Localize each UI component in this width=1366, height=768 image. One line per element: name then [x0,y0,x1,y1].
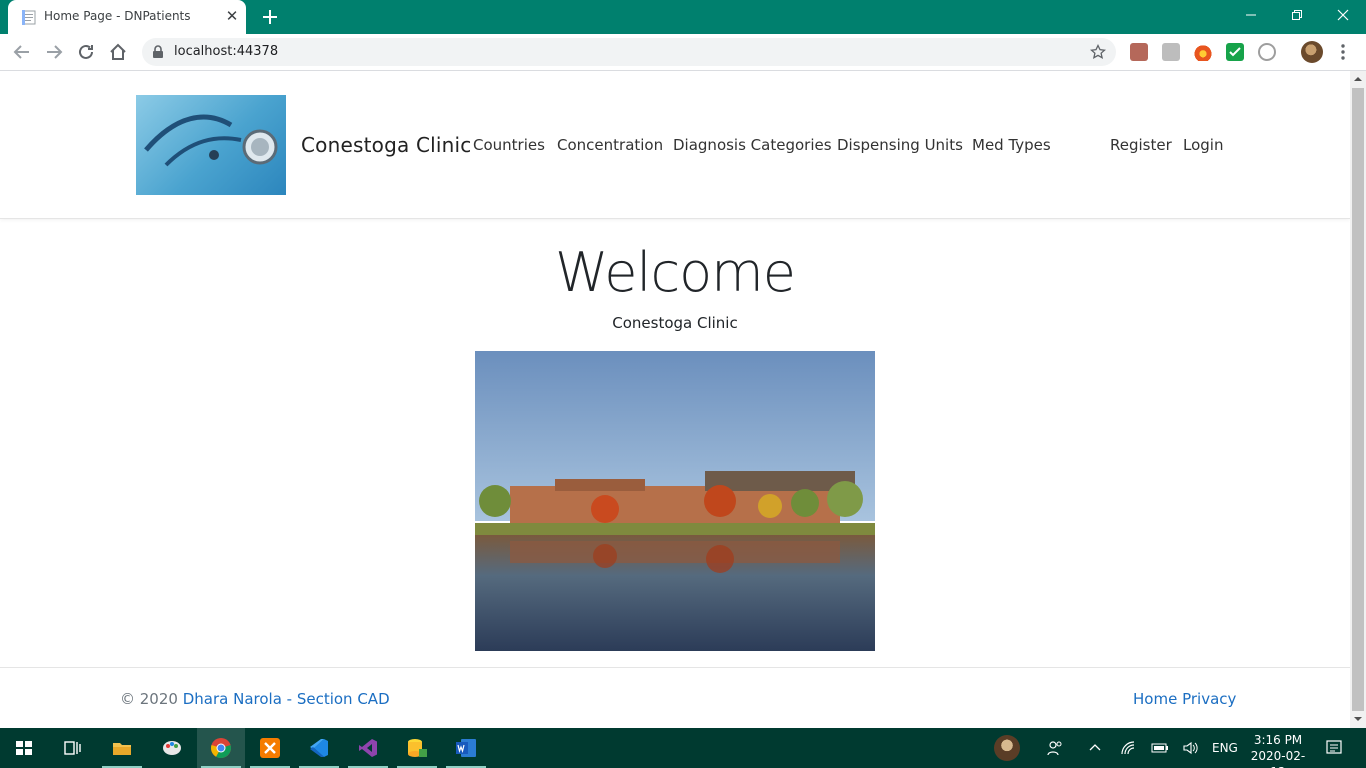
nav-link-diagnosis-categories[interactable]: Diagnosis Categories [673,136,832,154]
copyright-prefix: © 2020 [120,690,183,708]
volume-icon[interactable] [1182,740,1200,756]
site-footer: © 2020 Dhara Narola - Section CAD Home P… [0,667,1350,728]
paint-palette-icon [163,741,181,755]
taskbar-vscode[interactable] [295,728,343,768]
fire-extension-icon[interactable] [1194,43,1212,61]
browser-toolbar: localhost:44378 [0,34,1366,71]
page-icon [22,10,36,25]
checkmark-extension-icon[interactable] [1226,43,1244,61]
footer-links: Home Privacy [1133,690,1236,708]
battery-icon[interactable] [1151,741,1169,755]
bookmark-star-icon[interactable] [1090,44,1106,60]
menu-kebab-icon[interactable] [1338,42,1348,62]
taskbar-chrome[interactable] [197,728,245,768]
lock-icon[interactable] [152,45,164,59]
taskbar-xampp[interactable] [246,728,294,768]
xampp-icon [260,738,280,758]
nav-link-concentration[interactable]: Concentration [557,136,663,154]
copyright-text: © 2020 Dhara Narola - Section CAD [120,690,390,708]
task-view-icon [64,741,81,755]
clock-date: 2020-02-12 [1250,749,1306,768]
footer-home-link[interactable]: Home [1133,690,1177,708]
address-bar[interactable]: localhost:44378 [142,38,1116,66]
clock-time: 3:16 PM [1253,733,1303,747]
chevron-up-icon[interactable] [1088,741,1102,755]
pdf-extension-icon[interactable] [1130,43,1148,61]
page-viewport: Conestoga Clinic Countries Concentration… [0,71,1350,728]
site-navbar: Conestoga Clinic Countries Concentration… [0,71,1350,219]
tab-title: Home Page - DNPatients [44,9,191,23]
author-link[interactable]: Dhara Narola - Section CAD [183,690,390,708]
browser-tab-strip: Home Page - DNPatients ✕ [0,0,1366,34]
extension-icon[interactable] [1162,43,1180,61]
taskbar-clock[interactable]: 3:16 PM 2020-02-12 [1244,732,1312,768]
nav-link-register[interactable]: Register [1110,136,1172,154]
taskbar-database-tool[interactable] [393,728,441,768]
headphones-extension-icon[interactable] [1258,43,1276,61]
language-indicator[interactable]: ENG [1212,741,1238,755]
scroll-up-arrow-icon[interactable] [1354,75,1362,83]
start-button[interactable] [0,728,48,768]
nav-link-med-types[interactable]: Med Types [972,136,1051,154]
scroll-down-arrow-icon[interactable] [1354,715,1362,723]
back-icon[interactable] [11,41,33,63]
word-icon [456,739,476,757]
stethoscope-logo-image[interactable] [136,95,286,195]
browser-tab[interactable]: Home Page - DNPatients ✕ [8,0,246,34]
restore-icon[interactable] [1274,0,1320,30]
taskbar-word[interactable] [442,728,490,768]
taskbar-file-explorer[interactable] [98,728,146,768]
nav-link-countries[interactable]: Countries [473,136,545,154]
home-icon[interactable] [107,41,129,63]
nav-link-dispensing-units[interactable]: Dispensing Units [837,136,963,154]
new-tab-icon[interactable] [259,6,281,28]
page-scrollbar[interactable] [1350,71,1366,728]
tray-user-avatar[interactable] [994,728,1020,768]
vscode-icon [310,739,328,757]
reload-icon[interactable] [75,41,97,63]
visual-studio-icon [359,739,377,757]
scroll-thumb[interactable] [1352,88,1364,711]
wifi-icon[interactable] [1120,740,1136,756]
url-text[interactable]: localhost:44378 [174,44,278,59]
nav-link-login[interactable]: Login [1183,136,1223,154]
notifications-icon[interactable] [1325,739,1343,757]
close-window-icon[interactable] [1320,0,1366,30]
windows-logo-icon [16,741,32,755]
brand-name[interactable]: Conestoga Clinic [301,133,472,157]
forward-icon[interactable] [43,41,65,63]
task-view-button[interactable] [48,728,96,768]
taskbar-paint-app[interactable] [148,728,196,768]
people-icon[interactable] [1046,739,1064,757]
taskbar-visual-studio[interactable] [344,728,392,768]
campus-photo [475,351,875,651]
page-subtitle: Conestoga Clinic [612,314,738,332]
page-heading: Welcome [554,241,796,304]
tab-close-icon[interactable]: ✕ [224,8,240,24]
chrome-icon [211,738,231,759]
folder-icon [113,743,131,755]
database-icon [408,739,427,757]
minimize-icon[interactable] [1228,0,1274,30]
profile-avatar[interactable] [1301,41,1323,63]
footer-privacy-link[interactable]: Privacy [1182,690,1236,708]
